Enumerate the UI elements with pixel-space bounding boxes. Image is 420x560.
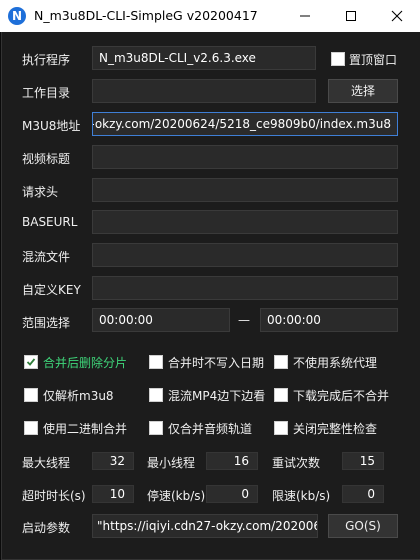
maximize-button[interactable] (328, 0, 374, 32)
binary-merge-checkbox[interactable] (24, 421, 38, 435)
exe-field[interactable]: N_m3u8DL-CLI_v2.6.3.exe (92, 46, 316, 70)
workdir-field[interactable] (92, 79, 316, 103)
title-label: 视频标题 (22, 152, 71, 166)
no-merge-checkbox[interactable] (274, 388, 288, 402)
retry-field[interactable]: 15 (342, 452, 384, 470)
limit-speed-field[interactable]: 0 (342, 485, 384, 503)
custom-key-field[interactable] (92, 276, 398, 300)
go-button[interactable]: GO(S) (328, 514, 398, 538)
browse-button[interactable]: 选择 (328, 79, 398, 103)
audio-only-label[interactable]: 仅合并音频轨道 (168, 420, 252, 437)
disable-integrity-label[interactable]: 关闭完整性检查 (293, 420, 377, 437)
minimize-icon (300, 15, 310, 17)
delete-after-merge-label[interactable]: 合并后删除分片 (43, 354, 127, 371)
mux-label: 混流文件 (22, 250, 71, 264)
workdir-label: 工作目录 (22, 86, 71, 100)
title-bar: N N_m3u8DL-CLI-SimpleG v20200417 (0, 0, 420, 32)
video-title-field[interactable] (92, 145, 398, 169)
min-threads-label: 最小线程 (147, 456, 196, 470)
stop-speed-field[interactable]: 0 (206, 485, 258, 503)
m3u8-url-field[interactable]: 7-okzy.com/20200624/5218_ce9809b0/index.… (92, 112, 398, 136)
timeout-label: 超时时长(s) (22, 489, 86, 503)
binary-merge-label[interactable]: 使用二进制合并 (43, 420, 127, 437)
parse-only-checkbox[interactable] (24, 388, 38, 402)
min-threads-field[interactable]: 16 (206, 452, 258, 470)
exe-label: 执行程序 (22, 53, 71, 67)
no-date-on-merge-label[interactable]: 合并时不写入日期 (168, 354, 264, 371)
timeout-field[interactable]: 10 (92, 485, 134, 503)
launch-args-label: 启动参数 (22, 521, 71, 535)
no-system-proxy-label[interactable]: 不使用系统代理 (293, 354, 377, 371)
retry-label: 重试次数 (272, 456, 321, 470)
checkmark-icon (26, 358, 36, 366)
mux-file-field[interactable] (92, 243, 398, 267)
launch-args-field[interactable]: "https://iqiyi.cdn27-okzy.com/202006 (92, 514, 318, 538)
range-start-field[interactable]: 00:00:00 (92, 308, 230, 332)
minimize-button[interactable] (282, 0, 328, 32)
no-merge-label[interactable]: 下载完成后不合并 (293, 387, 389, 404)
no-date-on-merge-checkbox[interactable] (149, 355, 163, 369)
key-label: 自定义KEY (22, 283, 81, 297)
app-icon: N (8, 7, 26, 25)
audio-only-checkbox[interactable] (149, 421, 163, 435)
window-title: N_m3u8DL-CLI-SimpleG v20200417 (34, 8, 258, 23)
no-system-proxy-checkbox[interactable] (274, 355, 288, 369)
limit-speed-label: 限速(kb/s) (272, 489, 331, 503)
close-icon (391, 10, 403, 22)
baseurl-label: BASEURL (22, 215, 78, 229)
delete-after-merge-checkbox[interactable] (24, 355, 38, 369)
max-threads-label: 最大线程 (22, 456, 71, 470)
m3u8-label: M3U8地址 (22, 119, 81, 133)
max-threads-field[interactable]: 32 (92, 452, 134, 470)
disable-integrity-checkbox[interactable] (274, 421, 288, 435)
headers-label: 请求头 (22, 185, 59, 199)
range-end-field[interactable]: 00:00:00 (260, 308, 398, 332)
stop-speed-label: 停速(kb/s) (147, 489, 206, 503)
mux-mp4-preview-label[interactable]: 混流MP4边下边看 (168, 387, 265, 404)
maximize-icon (346, 11, 356, 21)
headers-field[interactable] (92, 178, 398, 202)
range-label: 范围选择 (22, 316, 71, 330)
range-separator: — (238, 313, 250, 327)
mux-mp4-preview-checkbox[interactable] (149, 388, 163, 402)
topmost-checkbox[interactable] (331, 52, 345, 66)
parse-only-label[interactable]: 仅解析m3u8 (43, 387, 114, 404)
m3u8-url-text: 7-okzy.com/20200624/5218_ce9809b0/index.… (92, 117, 391, 131)
topmost-label[interactable]: 置顶窗口 (349, 51, 397, 68)
baseurl-field[interactable] (92, 210, 398, 234)
close-button[interactable] (374, 0, 420, 32)
